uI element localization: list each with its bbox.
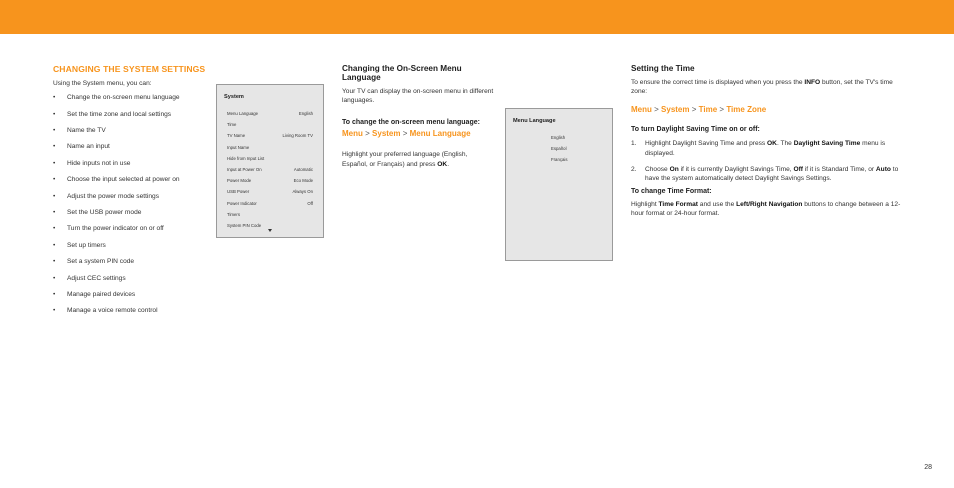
row-value: Living Room TV [282, 133, 314, 139]
path-item: Time [698, 105, 718, 115]
system-menu-row[interactable]: Power Mode Eco Mode [227, 178, 313, 183]
right-column: Setting the Time To ensure the correct t… [631, 64, 903, 219]
dst-steps: 1. Highlight Daylight Saving Time and pre… [631, 139, 903, 183]
list-item: Change the on-screen menu language [53, 94, 213, 110]
list-item: Adjust CEC settings [53, 275, 213, 291]
list-item: Manage a voice remote control [53, 307, 213, 323]
middle-column: Changing the On-Screen Menu Language You… [342, 64, 502, 169]
list-item: Name the TV [53, 127, 213, 143]
time-format-heading: To change Time Format: [631, 188, 712, 196]
row-value: English [298, 111, 313, 116]
system-menu-title: System [224, 94, 244, 100]
list-item: Choose the input selected at power on [53, 176, 213, 192]
intro-text: Using the System menu, you can: [53, 80, 152, 87]
row-label: Hide from Input List [227, 155, 265, 161]
row-value: Eco Mode [293, 178, 313, 184]
path-item: Menu [631, 105, 652, 115]
scroll-down-arrow-icon [268, 229, 272, 232]
system-menu-row[interactable]: System PIN Code [227, 223, 313, 228]
system-menu-row[interactable]: TV Name Living Room TV [227, 133, 313, 138]
system-menu-row[interactable]: Menu Language English [227, 111, 313, 116]
menu-language-subheading: To change the on-screen menu language: [342, 119, 480, 127]
path-item: System [372, 129, 401, 139]
menu-language-panel-title: Menu Language [513, 118, 556, 124]
system-menu-row[interactable]: Power Indicator Off [227, 201, 313, 206]
setting-time-heading: Setting the Time [631, 64, 695, 73]
row-value: Automatic [293, 167, 313, 172]
menu-language-path: Menu > System > Menu Language [342, 129, 471, 139]
path-item: Time Zone [726, 105, 767, 115]
list-item: Set up timers [53, 242, 213, 258]
time-format-text: Highlight Time Format and use the Left/R… [631, 201, 901, 218]
path-item: Menu Language [409, 129, 471, 139]
language-option[interactable]: Français [551, 157, 567, 162]
system-menu-row[interactable]: Input Name [227, 145, 313, 150]
menu-language-panel: Menu Language English Español Français [505, 108, 613, 261]
system-menu-row[interactable]: Input at Power On Automatic [227, 167, 313, 172]
setting-time-intro: To ensure the correct time is displayed … [631, 79, 893, 96]
row-label: Input at Power On [227, 167, 262, 172]
system-menu-panel: System Menu Language English Time TV Name Li… [216, 84, 324, 238]
time-zone-path: Menu > System > Time > Time Zone [631, 105, 767, 115]
menu-language-intro: Your TV can display the on-screen menu i… [342, 88, 494, 105]
dst-step-1: 1. Highlight Daylight Saving Time and pre… [631, 140, 886, 157]
row-label: TV Name [227, 133, 246, 139]
dst-heading: To turn Daylight Saving Time on or off: [631, 126, 760, 134]
header-bar [0, 0, 954, 34]
left-column: CHANGING THE SYSTEM SETTINGS Using the S… [53, 64, 213, 324]
system-menu-row[interactable]: Hide from Input List [227, 156, 313, 161]
dst-step-2: 2. Choose On if it is currently Daylight … [631, 165, 899, 183]
page-number: 28 [924, 464, 932, 471]
row-label: Timers [227, 211, 240, 217]
list-item: Set the USB power mode [53, 209, 213, 225]
row-label: Time [227, 122, 237, 128]
row-value: Always On [292, 189, 313, 195]
list-item: Name an input [53, 143, 213, 159]
row-value: Off [307, 200, 313, 206]
row-label: System PIN Code [227, 223, 262, 228]
system-menu-row[interactable]: USB Power Always On [227, 189, 313, 194]
path-item: Menu [342, 129, 363, 139]
list-item: Manage paired devices [53, 291, 213, 307]
language-option[interactable]: English [551, 135, 565, 140]
system-menu-row[interactable]: Timers [227, 212, 313, 217]
row-label: USB Power [227, 189, 250, 195]
row-label: Menu Language [227, 111, 259, 116]
section-title: CHANGING THE SYSTEM SETTINGS [53, 64, 206, 74]
system-menu-row[interactable]: Time [227, 122, 313, 127]
list-item: Adjust the power mode settings [53, 193, 213, 209]
capabilities-list: Change the on-screen menu languageSet th… [53, 94, 213, 323]
language-option[interactable]: Español [551, 146, 567, 151]
list-item: Hide inputs not in use [53, 160, 213, 176]
row-label: Power Indicator [227, 200, 257, 206]
row-label: Input Name [227, 144, 250, 150]
list-item: Turn the power indicator on or off [53, 225, 213, 241]
menu-language-heading: Changing the On-Screen Menu Language [342, 64, 462, 82]
row-label: Power Mode [227, 178, 252, 184]
path-item: System [661, 105, 690, 115]
menu-language-instruction: Highlight your preferred language (Engli… [342, 151, 468, 168]
list-item: Set a system PIN code [53, 258, 213, 274]
list-item: Set the time zone and local settings [53, 111, 213, 127]
